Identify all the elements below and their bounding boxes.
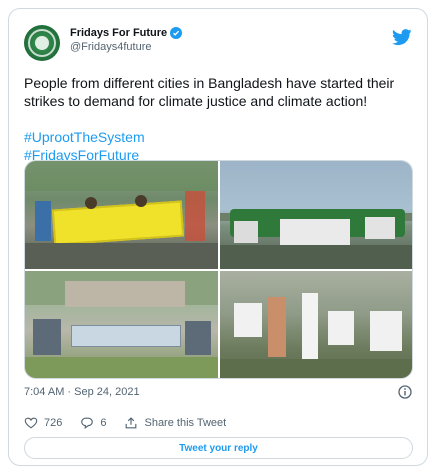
- like-action[interactable]: 726: [24, 416, 62, 430]
- twitter-bird-icon[interactable]: [392, 27, 412, 47]
- share-action[interactable]: Share this Tweet: [124, 416, 226, 430]
- verified-badge-icon: [170, 27, 183, 39]
- author-names[interactable]: Fridays For Future @Fridays4future: [70, 27, 183, 53]
- photo-group-with-banner-outdoors[interactable]: [25, 271, 218, 378]
- photo-group-with-placards-by-river[interactable]: [220, 161, 412, 269]
- info-icon[interactable]: [398, 385, 412, 399]
- photo-protest-march-banner[interactable]: [25, 161, 218, 269]
- reply-count: 6: [100, 417, 107, 429]
- avatar[interactable]: [24, 25, 60, 61]
- photo-group-with-signs-on-grass[interactable]: [220, 271, 412, 378]
- tweet-header: Fridays For Future @Fridays4future: [24, 21, 412, 65]
- handle[interactable]: @Fridays4future: [70, 41, 182, 53]
- hashtags: #UprootTheSystem #FridaysForFuture: [24, 128, 145, 164]
- tweet-timestamp[interactable]: 7:04 AM · Sep 24, 2021: [24, 386, 140, 398]
- share-icon: [126, 417, 137, 429]
- like-count: 726: [44, 417, 63, 429]
- tweet-your-reply-button[interactable]: Tweet your reply: [24, 437, 413, 459]
- reply-action[interactable]: 6: [80, 416, 106, 430]
- heart-icon: [24, 417, 38, 429]
- hashtag-uproot-the-system[interactable]: #UprootTheSystem: [24, 128, 145, 146]
- reply-bubble-icon: [81, 417, 94, 429]
- fridays-for-future-logo-icon: [28, 29, 56, 57]
- share-label: Share this Tweet: [144, 417, 227, 429]
- tweet-text: People from different cities in Banglade…: [24, 75, 395, 109]
- media-grid: [24, 160, 413, 379]
- tweet-card: Fridays For Future @Fridays4future Peopl…: [8, 8, 428, 466]
- display-name[interactable]: Fridays For Future: [70, 27, 167, 39]
- tweet-actions: 726 6 Share this Tweet: [24, 415, 244, 431]
